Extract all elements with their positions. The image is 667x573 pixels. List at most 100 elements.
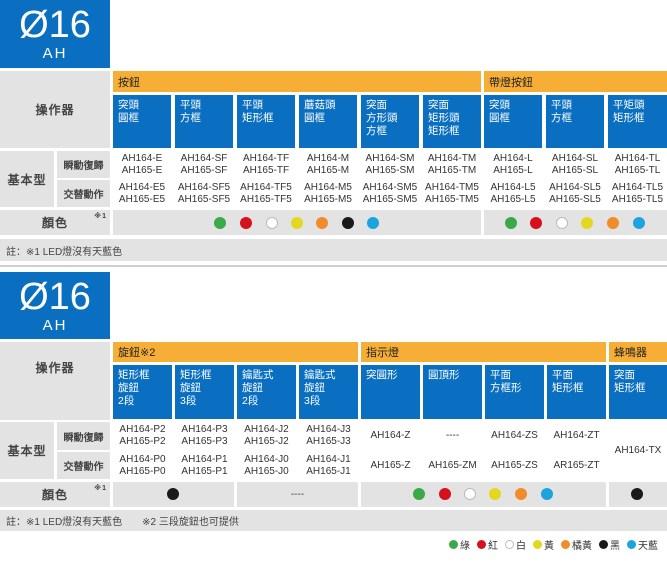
- momentary-model: AH164-P2 AH165-P2: [119, 424, 166, 447]
- momentary-model: AH164-ZT: [553, 430, 600, 441]
- operator-type-header: 平頭 方框: [546, 95, 604, 148]
- color-label-2-text: 顏色: [41, 488, 68, 502]
- operator-type-header: 矩形框 旋鈕 2段: [113, 365, 172, 419]
- color-label-text: 顏色: [41, 216, 68, 230]
- alternate-model: AH165-ZM: [428, 459, 477, 471]
- operator-label: 操作器: [0, 71, 110, 148]
- momentary-model: AH164-SM AH165-SM: [365, 152, 415, 176]
- momentary-model: AH164-E AH165-E: [121, 152, 163, 176]
- momentary-model: AH164-ZS: [491, 430, 538, 441]
- group-selector-header: 旋鈕※2: [113, 342, 358, 362]
- legend-item: 橘黃: [561, 537, 592, 552]
- green-color-dot: [505, 217, 517, 229]
- legend-item: 綠: [449, 537, 470, 552]
- red-color-dot: [240, 217, 252, 229]
- legend-item: 紅: [477, 537, 498, 552]
- alternate-model: AH164-TF5 AH165-TF5: [240, 181, 292, 205]
- momentary-label-2: 瞬動復歸: [57, 422, 110, 450]
- legend-color-dot: [505, 539, 514, 549]
- alternate-model: AH164-SL5 AH165-SL5: [549, 181, 601, 205]
- operator-type-header: 蘑菇頭 圓框: [299, 95, 357, 148]
- group-lit-button-header: 帶燈按鈕: [484, 71, 667, 92]
- operator-type-header: 突面 矩形頭 矩形框: [423, 95, 481, 148]
- legend-label: 黃: [544, 540, 554, 552]
- alternate-model: AH165-ZS: [491, 459, 538, 471]
- size-badge-diameter: Ø16: [19, 4, 91, 46]
- legend-color-dot: [599, 539, 608, 549]
- operator-type-header: 突圓形: [361, 365, 420, 419]
- legend-label: 天藍: [638, 540, 658, 552]
- group-buzzer-header: 蜂鳴器: [609, 342, 667, 362]
- operator-label-2: 操作器: [0, 342, 110, 420]
- table2-note-text: 註：※1 LED燈沒有天藍色 ※2 三段旋鈕也可提供: [6, 517, 239, 528]
- color-label-2: 顏色 ※1: [0, 482, 110, 507]
- legend-item: 天藍: [627, 537, 658, 552]
- momentary-text: 瞬動復歸: [63, 161, 104, 172]
- group-buzzer-label: 蜂鳴器: [614, 347, 647, 359]
- table1-note: 註：※1 LED燈沒有天藍色: [0, 239, 667, 261]
- alternate-text: 交替動作: [63, 190, 104, 201]
- momentary-model: AH164-J3 AH165-J3: [306, 424, 351, 447]
- size-badge-2-diameter: Ø16: [19, 275, 91, 318]
- alternate-model: AH164-P1 AH165-P1: [181, 453, 228, 477]
- buzzer-model: AH164-TX: [614, 444, 662, 456]
- alternate-model: AR165-ZT: [553, 459, 600, 471]
- alternate-model: AH164-J1 AH165-J1: [306, 453, 351, 477]
- alternate-model: AH164-SF5 AH165-SF5: [177, 181, 231, 205]
- operator-label-2-text: 操作器: [35, 360, 75, 375]
- color-row-key-dash: ----: [290, 489, 305, 500]
- amber-color-dot: [515, 488, 527, 500]
- skyblue-color-dot: [633, 217, 645, 229]
- alternate-model: AH164-E5 AH165-E5: [118, 181, 166, 205]
- legend-label: 綠: [460, 540, 470, 552]
- operator-type-header: 圓頂形: [423, 365, 482, 419]
- white-color-dot: [464, 488, 476, 500]
- momentary-model: AH164-TM AH165-TM: [427, 152, 477, 176]
- black-color-dot: [167, 488, 179, 500]
- black-color-dot: [631, 488, 643, 500]
- alternate-model: AH164-TM5 AH165-TM5: [425, 181, 479, 205]
- amber-color-dot: [316, 217, 328, 229]
- group-button-label: 按鈕: [118, 76, 140, 89]
- momentary-2-text: 瞬動復歸: [63, 432, 104, 444]
- color-label: 顏色 ※1: [0, 210, 110, 235]
- white-color-dot: [266, 217, 278, 229]
- skyblue-color-dot: [367, 217, 379, 229]
- amber-color-dot: [607, 217, 619, 229]
- legend-label: 橘黃: [572, 540, 592, 552]
- operator-label-text: 操作器: [35, 103, 75, 117]
- color-footnote-mark: ※1: [94, 213, 107, 220]
- legend-item: 黑: [599, 537, 620, 552]
- momentary-model: AH164-SF AH165-SF: [180, 152, 228, 176]
- momentary-model: AH164-SL AH165-SL: [551, 152, 599, 176]
- group-selector-label: 旋鈕※2: [118, 347, 156, 359]
- size-badge-2: Ø16 AH: [0, 272, 110, 339]
- section-divider: [0, 265, 667, 267]
- momentary-label: 瞬動復歸: [57, 151, 110, 178]
- legend-color-dot: [449, 539, 458, 549]
- legend-label: 黑: [610, 540, 620, 552]
- operator-type-header: 平面 方框形: [485, 365, 544, 419]
- legend-item: 白: [505, 537, 526, 552]
- momentary-model: AH164-TL AH165-TL: [614, 152, 661, 176]
- operator-type-header: 突面 矩形框: [609, 365, 667, 419]
- red-color-dot: [439, 488, 451, 500]
- table2-note: 註：※1 LED燈沒有天藍色 ※2 三段旋鈕也可提供: [0, 510, 667, 531]
- yellow-color-dot: [581, 217, 593, 229]
- momentary-model: AH164-L AH165-L: [493, 152, 533, 176]
- table1-note-text: 註：※1 LED燈沒有天藍色: [6, 246, 123, 258]
- size-badge-2-series: AH: [42, 316, 68, 334]
- alternate-model: AH164-J0 AH165-J0: [244, 453, 289, 477]
- alternate-model: AH164-M5 AH165-M5: [304, 181, 352, 205]
- group-button-header: 按鈕: [113, 71, 481, 92]
- basic-type-label-2: 基本型: [0, 422, 54, 479]
- white-color-dot: [556, 217, 568, 229]
- alternate-model: AH165-Z: [370, 459, 411, 471]
- size-badge-series: AH: [42, 45, 68, 62]
- operator-type-header: 平面 矩形框: [547, 365, 606, 419]
- basic-type-2-text: 基本型: [7, 444, 47, 458]
- operator-type-header: 平頭 方框: [175, 95, 233, 148]
- alternate-model: AH164-L5 AH165-L5: [490, 181, 536, 205]
- legend-color-dot: [477, 539, 486, 549]
- momentary-model: AH164-Z: [370, 430, 411, 441]
